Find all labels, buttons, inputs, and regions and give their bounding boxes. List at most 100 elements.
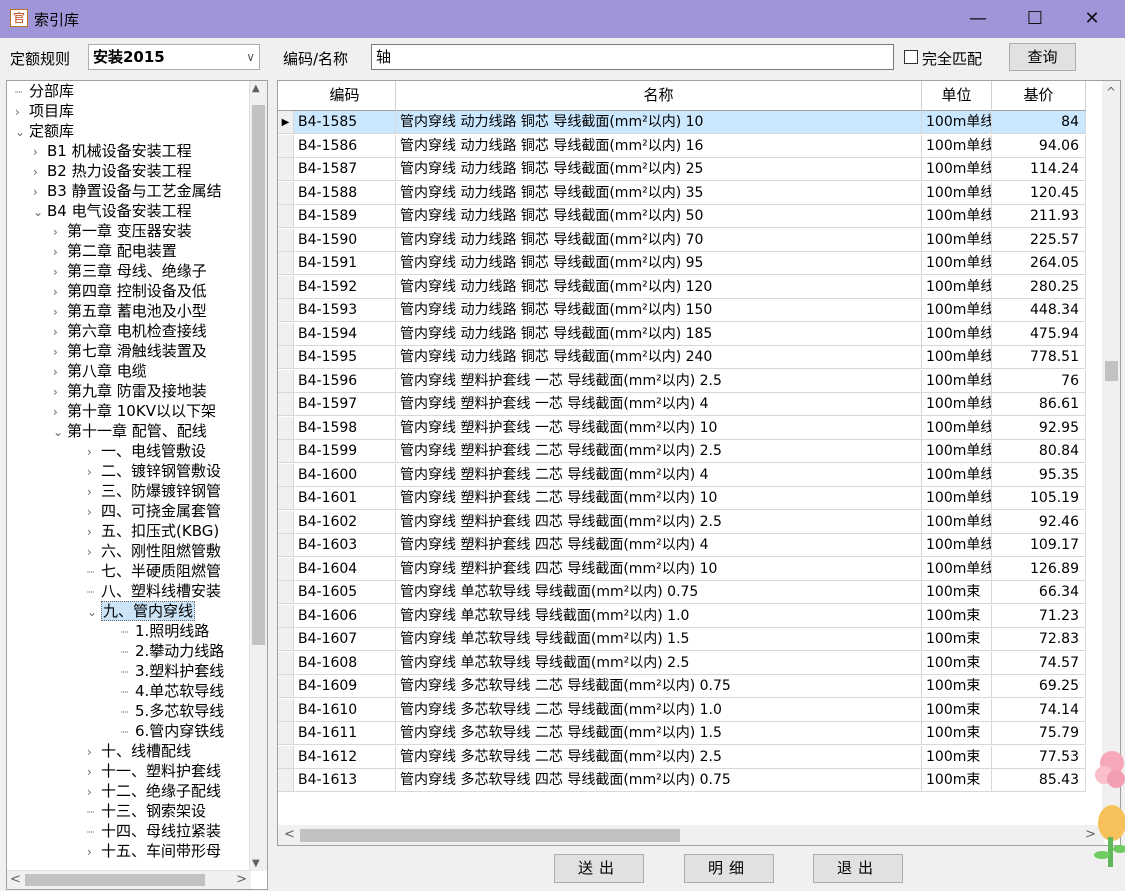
chevron-right-icon[interactable]: › (33, 162, 47, 182)
tree-node[interactable]: › 四、可挠金属套管 (87, 501, 221, 521)
tree-node[interactable]: › 二、镀锌钢管敷设 (87, 461, 221, 481)
minimize-button[interactable]: — (950, 0, 1006, 38)
exit-button[interactable]: 退出 (813, 854, 903, 883)
tree-node[interactable]: › 项目库 (15, 101, 74, 121)
scroll-down-icon[interactable]: ▼ (252, 858, 260, 869)
tree-node[interactable]: › 十一、塑料护套线 (87, 761, 221, 781)
chevron-right-icon[interactable]: › (53, 302, 67, 322)
table-row[interactable]: B4-1602 管内穿线 塑料护套线 四芯 导线截面(mm²以内) 2.5 100m… (278, 510, 1086, 534)
row-indicator[interactable] (278, 745, 294, 769)
row-indicator[interactable] (278, 440, 294, 463)
tree-vertical-scrollbar[interactable]: ▲ ▼ (249, 81, 267, 871)
tree-node[interactable]: › 三、防爆镀锌钢管 (87, 481, 221, 501)
scroll-left-icon[interactable]: < (284, 825, 295, 845)
table-row[interactable]: B4-1586 管内穿线 动力线路 铜芯 导线截面(mm²以内) 16 100m单线… (278, 134, 1086, 158)
table-row[interactable]: B4-1606 管内穿线 单芯软导线 导线截面(mm²以内) 1.0 100m束 71… (278, 604, 1086, 628)
row-indicator[interactable] (278, 628, 294, 651)
tree-node[interactable]: ┈ 十四、母线拉紧装 (87, 821, 221, 841)
table-row[interactable]: B4-1601 管内穿线 塑料护套线 二芯 导线截面(mm²以内) 10 100m单… (278, 487, 1086, 510)
row-indicator[interactable] (278, 158, 294, 181)
chevron-right-icon[interactable]: › (87, 482, 101, 502)
chevron-right-icon[interactable]: › (87, 782, 101, 802)
row-indicator[interactable] (278, 299, 294, 322)
chevron-right-icon[interactable]: › (15, 102, 29, 122)
table-row[interactable]: B4-1587 管内穿线 动力线路 铜芯 导线截面(mm²以内) 25 100m单线… (278, 158, 1086, 181)
row-indicator[interactable] (278, 393, 294, 416)
chevron-right-icon[interactable]: › (87, 842, 101, 862)
chevron-right-icon[interactable]: › (87, 502, 101, 522)
table-row[interactable]: B4-1589 管内穿线 动力线路 铜芯 导线截面(mm²以内) 50 100m单线… (278, 205, 1086, 228)
row-indicator[interactable] (278, 346, 294, 369)
result-table[interactable]: ^ < > 编码 名称 单位 基价 ▶ B4-1585 管内穿线 动力线路 铜芯 导线截面(… (277, 80, 1121, 846)
tree-node[interactable]: › 第三章 母线、绝缘子 (53, 261, 207, 281)
send-button[interactable]: 送出 (554, 854, 644, 883)
column-header[interactable]: 单位 (922, 81, 992, 111)
tree-node[interactable]: › 第十章 10KV以以下架 (53, 401, 216, 421)
tree-node[interactable]: ⌄ 定额库 (15, 121, 74, 141)
table-row[interactable]: B4-1603 管内穿线 塑料护套线 四芯 导线截面(mm²以内) 4 100m单线… (278, 534, 1086, 557)
maximize-button[interactable]: ☐ (1007, 0, 1063, 38)
tree-node[interactable]: ┈ 4.单芯软导线 (121, 681, 224, 701)
table-row[interactable]: B4-1594 管内穿线 动力线路 铜芯 导线截面(mm²以内) 185 100m单… (278, 322, 1086, 346)
table-row[interactable]: B4-1612 管内穿线 多芯软导线 二芯 导线截面(mm²以内) 2.5 100m… (278, 745, 1086, 769)
detail-button[interactable]: 明细 (684, 854, 774, 883)
row-indicator[interactable] (278, 675, 294, 698)
grid-hscroll-thumb[interactable] (300, 829, 680, 842)
tree-node[interactable]: › 第四章 控制设备及低 (53, 281, 207, 301)
tree-node[interactable]: › 第二章 配电装置 (53, 241, 177, 261)
tree-node[interactable]: › 五、扣压式(KBG) (87, 521, 219, 541)
query-button[interactable]: 查询 (1009, 43, 1076, 71)
chevron-right-icon[interactable]: › (53, 402, 67, 422)
chevron-right-icon[interactable]: › (87, 462, 101, 482)
chevron-down-icon[interactable]: ⌄ (33, 202, 47, 222)
table-row[interactable]: B4-1608 管内穿线 单芯软导线 导线截面(mm²以内) 2.5 100m束 74… (278, 651, 1086, 675)
rule-select[interactable]: 安装2015 ∨ (88, 44, 260, 70)
table-row[interactable]: B4-1609 管内穿线 多芯软导线 二芯 导线截面(mm²以内) 0.75 100… (278, 675, 1086, 698)
table-row[interactable]: B4-1600 管内穿线 塑料护套线 二芯 导线截面(mm²以内) 4 100m单线… (278, 463, 1086, 487)
tree-node[interactable]: › 十、线槽配线 (87, 741, 191, 761)
chevron-right-icon[interactable]: › (53, 282, 67, 302)
tree-node[interactable]: › B3 静置设备与工艺金属结 (33, 181, 222, 201)
row-indicator[interactable] (278, 534, 294, 557)
table-row[interactable]: ▶ B4-1585 管内穿线 动力线路 铜芯 导线截面(mm²以内) 10 100m单… (278, 111, 1086, 134)
tree-node[interactable]: › B2 热力设备安装工程 (33, 161, 192, 181)
table-row[interactable]: B4-1613 管内穿线 多芯软导线 四芯 导线截面(mm²以内) 0.75 100… (278, 769, 1086, 792)
chevron-right-icon[interactable]: › (87, 762, 101, 782)
row-indicator[interactable] (278, 604, 294, 628)
scroll-up-icon[interactable]: ▲ (252, 83, 260, 94)
catalog-tree[interactable]: › 十五、车间带形母 ┈ 十四、母线拉紧装 ┈ 十三、钢索架设 › 十二、绝缘子配线 › 十一、塑… (6, 80, 268, 890)
row-pointer-icon[interactable]: ▶ (278, 111, 294, 134)
column-header[interactable]: 编码 (294, 81, 396, 111)
chevron-right-icon[interactable]: › (53, 382, 67, 402)
chevron-right-icon[interactable]: › (87, 442, 101, 462)
row-indicator[interactable] (278, 134, 294, 158)
table-row[interactable]: B4-1605 管内穿线 单芯软导线 导线截面(mm²以内) 0.75 100m束 6… (278, 581, 1086, 604)
tree-scroll-thumb[interactable] (252, 105, 265, 645)
scroll-left-icon[interactable]: < (10, 871, 21, 889)
chevron-right-icon[interactable]: › (53, 322, 67, 342)
chevron-right-icon[interactable]: › (87, 542, 101, 562)
row-indicator[interactable] (278, 369, 294, 393)
table-row[interactable]: B4-1595 管内穿线 动力线路 铜芯 导线截面(mm²以内) 240 100m单… (278, 346, 1086, 369)
table-row[interactable]: B4-1592 管内穿线 动力线路 铜芯 导线截面(mm²以内) 120 100m单… (278, 275, 1086, 299)
row-indicator[interactable] (278, 228, 294, 252)
row-indicator[interactable] (278, 205, 294, 228)
row-indicator[interactable] (278, 557, 294, 581)
row-indicator[interactable] (278, 581, 294, 604)
table-row[interactable]: B4-1591 管内穿线 动力线路 铜芯 导线截面(mm²以内) 95 100m单线… (278, 252, 1086, 275)
row-indicator[interactable] (278, 651, 294, 675)
table-row[interactable]: B4-1597 管内穿线 塑料护套线 一芯 导线截面(mm²以内) 4 100m单线… (278, 393, 1086, 416)
tree-node[interactable]: ┈ 5.多芯软导线 (121, 701, 224, 721)
tree-node[interactable]: ⌄ 九、管内穿线 (87, 601, 196, 621)
grid-scroll-thumb[interactable] (1105, 361, 1118, 381)
row-indicator[interactable] (278, 322, 294, 346)
tree-node[interactable]: › 第七章 滑触线装置及 (53, 341, 207, 361)
column-header[interactable]: 名称 (396, 81, 922, 111)
chevron-right-icon[interactable]: › (87, 522, 101, 542)
grid-horizontal-scrollbar[interactable]: < > (278, 825, 1104, 845)
tree-node[interactable]: › 一、电线管敷设 (87, 441, 206, 461)
column-header[interactable]: 基价 (992, 81, 1086, 111)
row-indicator[interactable] (278, 275, 294, 299)
chevron-right-icon[interactable]: › (33, 182, 47, 202)
tree-node[interactable]: › 十二、绝缘子配线 (87, 781, 221, 801)
